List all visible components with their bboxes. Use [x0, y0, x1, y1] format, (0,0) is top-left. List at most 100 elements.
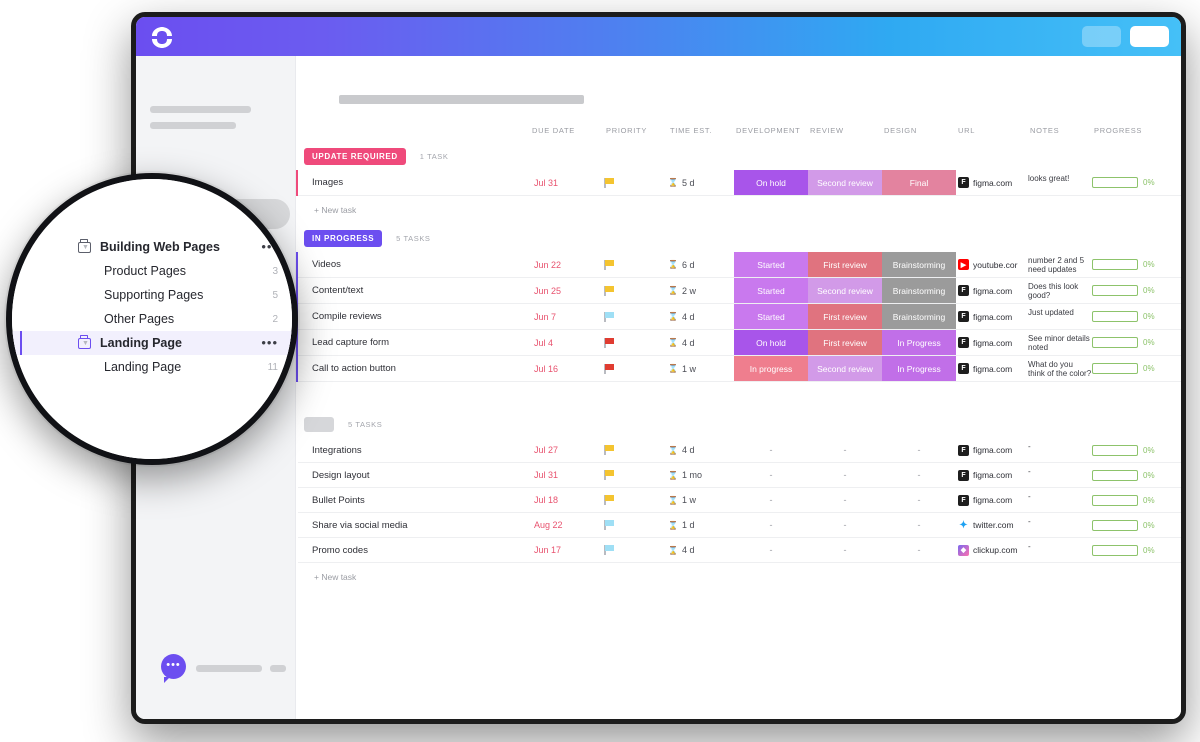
notes-cell[interactable]: Just updated — [1028, 304, 1092, 329]
design-status-cell[interactable]: Final — [882, 170, 956, 195]
task-name-cell[interactable]: Share via social media — [298, 513, 530, 537]
review-status-cell[interactable]: - — [808, 463, 882, 487]
task-name-cell[interactable]: Content/text — [298, 278, 530, 303]
table-row[interactable]: Integrations Jul 27 ⌛ 4 d - - - Ffigma.com -0% — [298, 438, 1181, 463]
time-estimate-cell[interactable]: ⌛ 4 d — [668, 330, 734, 355]
table-row[interactable]: Bullet Points Jul 18 ⌛ 1 w - - - Ffigma.com -0% — [298, 488, 1181, 513]
priority-cell[interactable] — [604, 513, 668, 537]
notes-cell[interactable]: See minor details noted — [1028, 330, 1092, 355]
review-status-cell[interactable]: First review — [808, 252, 882, 277]
table-row[interactable]: Promo codes Jun 17 ⌛ 4 d - - - ◆ clickup.com -0% — [298, 538, 1181, 563]
task-name-cell[interactable]: Bullet Points — [298, 488, 530, 512]
notes-cell[interactable]: - — [1028, 513, 1092, 537]
table-row[interactable]: Design layout Jul 31 ⌛ 1 mo - - - Ffigma.com -0% — [298, 463, 1181, 488]
due-date-cell[interactable]: Jun 7 — [530, 304, 604, 329]
url-cell[interactable]: Ffigma.com — [956, 463, 1028, 487]
due-date-cell[interactable]: Jul 31 — [530, 170, 604, 195]
development-status-cell[interactable]: Started — [734, 304, 808, 329]
review-status-cell[interactable]: First review — [808, 330, 882, 355]
more-options-icon[interactable]: ••• — [261, 336, 278, 349]
due-date-cell[interactable]: Jul 31 — [530, 463, 604, 487]
review-status-cell[interactable]: - — [808, 488, 882, 512]
due-date-cell[interactable]: Jun 17 — [530, 538, 604, 562]
development-status-cell[interactable]: In progress — [734, 356, 808, 381]
column-header-time[interactable]: TIME EST. — [666, 126, 732, 135]
time-estimate-cell[interactable]: ⌛ 4 d — [668, 438, 734, 462]
priority-cell[interactable] — [604, 356, 668, 381]
table-row[interactable]: Lead capture form Jul 4 ⌛ 4 d On hold First r… — [298, 330, 1181, 356]
time-estimate-cell[interactable]: ⌛ 5 d — [668, 170, 734, 195]
table-row[interactable]: Call to action button Jul 16 ⌛ 1 w In progre… — [298, 356, 1181, 382]
column-header-development[interactable]: DEVELOPMENT — [732, 126, 806, 135]
progress-cell[interactable]: 0% — [1092, 304, 1164, 329]
table-row[interactable]: Videos Jun 22 ⌛ 6 d Started First review Brain… — [298, 252, 1181, 278]
sidebar-item-product-pages[interactable]: Product Pages 3 — [12, 259, 292, 283]
design-status-cell[interactable]: Brainstorming — [882, 304, 956, 329]
due-date-cell[interactable]: Jul 18 — [530, 488, 604, 512]
due-date-cell[interactable]: Jun 25 — [530, 278, 604, 303]
design-status-cell[interactable]: - — [882, 438, 956, 462]
url-cell[interactable]: ▶ youtube.cor — [956, 252, 1028, 277]
url-cell[interactable]: Ffigma.com — [956, 170, 1028, 195]
clickup-logo-icon[interactable] — [150, 24, 174, 50]
chat-bubble-icon[interactable]: ••• — [161, 654, 186, 683]
group-status-badge[interactable]: UPDATE REQUIRED — [304, 147, 406, 165]
progress-cell[interactable]: 0% — [1092, 488, 1164, 512]
column-header-due[interactable]: DUE DATE — [528, 126, 602, 135]
progress-cell[interactable]: 0% — [1092, 170, 1164, 195]
review-status-cell[interactable]: - — [808, 438, 882, 462]
task-group-header[interactable]: UPDATE REQUIRED 1 TASK — [296, 142, 1181, 170]
development-status-cell[interactable]: - — [734, 513, 808, 537]
time-estimate-cell[interactable]: ⌛ 1 w — [668, 488, 734, 512]
due-date-cell[interactable]: Jul 4 — [530, 330, 604, 355]
development-status-cell[interactable]: - — [734, 538, 808, 562]
new-task-button[interactable]: + New task — [296, 196, 1181, 224]
more-options-icon[interactable]: ••• — [261, 240, 278, 253]
development-status-cell[interactable]: On hold — [734, 170, 808, 195]
group-status-badge[interactable] — [304, 416, 334, 432]
topbar-pill-button[interactable] — [1082, 26, 1121, 47]
progress-cell[interactable]: 0% — [1092, 278, 1164, 303]
time-estimate-cell[interactable]: ⌛ 1 mo — [668, 463, 734, 487]
progress-cell[interactable]: 0% — [1092, 513, 1164, 537]
column-header-notes[interactable]: NOTES — [1026, 126, 1090, 135]
task-name-cell[interactable]: Lead capture form — [298, 330, 530, 355]
priority-cell[interactable] — [604, 252, 668, 277]
notes-cell[interactable]: - — [1028, 488, 1092, 512]
sidebar-item-building-web-pages[interactable]: ▼ Building Web Pages ••• — [12, 235, 292, 259]
task-name-cell[interactable]: Design layout — [298, 463, 530, 487]
development-status-cell[interactable]: On hold — [734, 330, 808, 355]
column-header-progress[interactable]: PROGRESS — [1090, 126, 1162, 135]
design-status-cell[interactable]: - — [882, 538, 956, 562]
task-group-header[interactable]: IN PROGRESS 5 TASKS — [296, 224, 1181, 252]
due-date-cell[interactable]: Jul 16 — [530, 356, 604, 381]
progress-cell[interactable]: 0% — [1092, 252, 1164, 277]
column-header-priority[interactable]: PRIORITY — [602, 126, 666, 135]
sidebar-item-landing-page[interactable]: Landing Page 11 — [12, 355, 292, 379]
development-status-cell[interactable]: - — [734, 488, 808, 512]
development-status-cell[interactable]: Started — [734, 252, 808, 277]
priority-cell[interactable] — [604, 278, 668, 303]
review-status-cell[interactable]: Second review — [808, 170, 882, 195]
notes-cell[interactable]: - — [1028, 538, 1092, 562]
priority-cell[interactable] — [604, 330, 668, 355]
notes-cell[interactable]: - — [1028, 438, 1092, 462]
priority-cell[interactable] — [604, 304, 668, 329]
development-status-cell[interactable]: Started — [734, 278, 808, 303]
progress-cell[interactable]: 0% — [1092, 356, 1164, 381]
time-estimate-cell[interactable]: ⌛ 4 d — [668, 304, 734, 329]
review-status-cell[interactable]: Second review — [808, 356, 882, 381]
development-status-cell[interactable]: - — [734, 438, 808, 462]
sidebar-item-other-pages[interactable]: Other Pages 2 — [12, 307, 292, 331]
progress-cell[interactable]: 0% — [1092, 330, 1164, 355]
url-cell[interactable]: Ffigma.com — [956, 356, 1028, 381]
review-status-cell[interactable]: Second review — [808, 278, 882, 303]
due-date-cell[interactable]: Jul 27 — [530, 438, 604, 462]
group-status-badge[interactable]: IN PROGRESS — [304, 229, 383, 247]
task-name-cell[interactable]: Promo codes — [298, 538, 530, 562]
design-status-cell[interactable]: - — [882, 513, 956, 537]
table-row[interactable]: Share via social media Aug 22 ⌛ 1 d - - - ✦ twit… — [298, 513, 1181, 538]
priority-cell[interactable] — [604, 488, 668, 512]
url-cell[interactable]: Ffigma.com — [956, 304, 1028, 329]
time-estimate-cell[interactable]: ⌛ 1 d — [668, 513, 734, 537]
